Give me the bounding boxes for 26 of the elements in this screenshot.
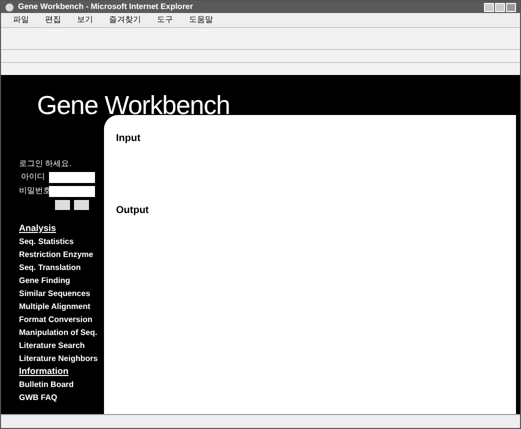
nav-link[interactable]: Seq. Statistics: [19, 235, 74, 248]
nav-heading[interactable]: Analysis: [19, 222, 56, 235]
menu-item[interactable]: 보기: [77, 16, 93, 24]
window-title: Gene Workbench - Microsoft Internet Explorer: [18, 3, 193, 11]
menu-item[interactable]: 도움말: [189, 16, 213, 24]
nav-heading[interactable]: Information: [19, 365, 68, 378]
nav-link[interactable]: Restriction Enzyme: [19, 248, 94, 261]
section-heading: Output: [116, 205, 150, 217]
login-prompt: 로그인 하세요.: [19, 159, 72, 169]
site-title: Gene Workbench: [37, 88, 230, 122]
menu-item[interactable]: 파일: [13, 16, 29, 24]
nav-link[interactable]: Similar Sequences: [19, 287, 90, 300]
nav-link[interactable]: Bulletin Board: [19, 378, 74, 391]
menu-item[interactable]: 편집: [45, 16, 61, 24]
section-heading: Input: [116, 133, 142, 145]
nav-link[interactable]: GWB FAQ: [19, 391, 58, 404]
nav-link[interactable]: Seq. Translation: [19, 261, 81, 274]
menu-item[interactable]: 도구: [157, 16, 173, 24]
nav-link[interactable]: Multiple Alignment: [19, 300, 90, 313]
id-label: 아이디: [20, 171, 45, 183]
nav-link[interactable]: Format Conversion: [19, 313, 92, 326]
nav-link[interactable]: Literature Search: [19, 339, 85, 352]
menu-item[interactable]: 즐겨찾기: [109, 16, 141, 24]
nav-link[interactable]: Literature Neighbors: [19, 352, 98, 365]
nav-link[interactable]: Gene Finding: [19, 274, 70, 287]
nav-link[interactable]: Manipulation of Seq.: [19, 326, 98, 339]
